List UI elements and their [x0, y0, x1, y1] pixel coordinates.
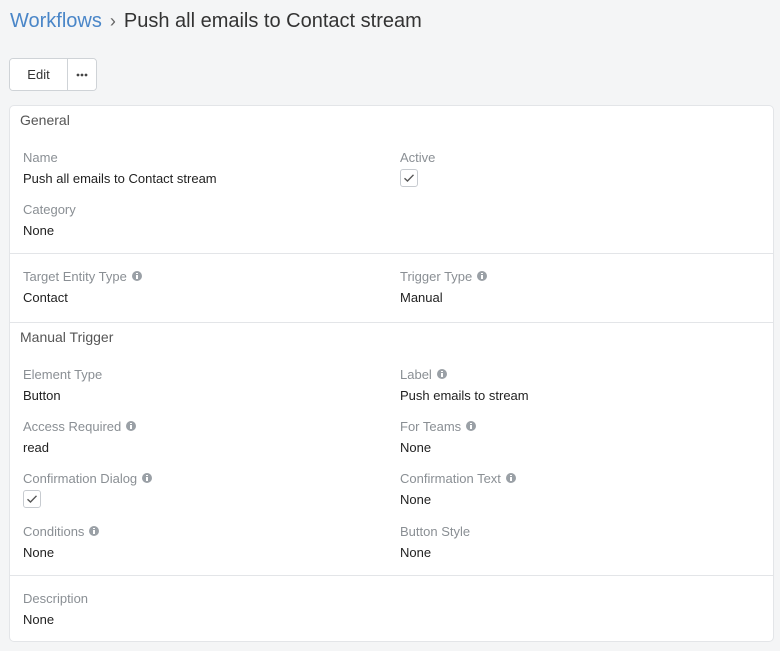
- field-label: Access Required: [23, 418, 137, 434]
- more-horizontal-icon: [76, 73, 88, 76]
- confirmation-dialog-checkbox: [23, 490, 41, 508]
- field-label-text: Label: [400, 366, 432, 382]
- field-value: None: [400, 492, 432, 507]
- field-label-text: Target Entity Type: [23, 268, 127, 284]
- field-label-text: Confirmation Dialog: [23, 470, 138, 486]
- info-icon[interactable]: [436, 369, 447, 379]
- info-icon[interactable]: [466, 421, 477, 431]
- field-conditions: Conditions None: [23, 523, 100, 560]
- field-access-required: Access Required read: [23, 418, 137, 455]
- field-element-type: Element Type Button: [23, 366, 103, 404]
- field-value: Contact: [23, 290, 68, 305]
- breadcrumb-workflows-link[interactable]: Workflows: [10, 10, 102, 33]
- section-title-general: General: [20, 112, 70, 128]
- field-label-text: For Teams: [400, 418, 462, 434]
- field-label: Description: [23, 590, 89, 606]
- field-label: Active: [400, 149, 436, 165]
- more-actions-button[interactable]: [68, 59, 96, 90]
- info-icon[interactable]: [131, 271, 142, 281]
- breadcrumb-separator: ›: [109, 10, 116, 31]
- edit-button[interactable]: Edit: [10, 59, 68, 90]
- active-checkbox: [400, 169, 418, 187]
- field-confirmation-text: Confirmation Text None: [400, 470, 516, 507]
- field-label: Name: [23, 149, 58, 165]
- action-button-group: Edit: [9, 58, 97, 91]
- field-value: None: [400, 440, 432, 455]
- info-icon[interactable]: [477, 271, 488, 281]
- field-active: Active: [400, 149, 435, 187]
- field-label: For Teams: [400, 418, 477, 434]
- field-value: None: [23, 612, 55, 627]
- info-icon[interactable]: [142, 473, 153, 483]
- field-label-text: Trigger Type: [400, 268, 473, 284]
- field-trigger-type: Trigger Type Manual: [400, 268, 488, 305]
- page-title: Push all emails to Contact stream: [123, 9, 422, 32]
- field-label: Target Entity Type: [23, 268, 142, 284]
- field-label: Conditions: [23, 523, 100, 539]
- field-name: Name Push all emails to Contact stream: [23, 149, 217, 187]
- field-description: Description None: [23, 590, 89, 628]
- field-value: None: [400, 545, 432, 560]
- section-divider: [10, 322, 773, 323]
- field-value: Manual: [400, 290, 443, 305]
- field-label: Confirmation Dialog: [23, 470, 153, 486]
- field-label: Confirmation Text: [400, 470, 516, 486]
- field-label: Element Type: [23, 366, 103, 382]
- info-icon[interactable]: [126, 421, 137, 431]
- field-value: Push all emails to Contact stream: [23, 171, 217, 186]
- field-button-style: Button Style None: [400, 523, 471, 561]
- field-confirmation-dialog: Confirmation Dialog: [23, 470, 153, 508]
- section-title-manual-trigger: Manual Trigger: [20, 329, 114, 345]
- field-label-text: Access Required: [23, 418, 122, 434]
- field-value: None: [23, 545, 55, 560]
- section-divider: [10, 575, 773, 576]
- field-label: Label: [400, 366, 529, 382]
- field-label: Button Style: [400, 523, 471, 539]
- field-label: Trigger Type: [400, 268, 488, 284]
- field-for-teams: For Teams None: [400, 418, 477, 455]
- field-value: Push emails to stream: [400, 388, 529, 403]
- field-target-entity-type: Target Entity Type Contact: [23, 268, 142, 305]
- section-divider: [10, 253, 773, 254]
- info-icon[interactable]: [505, 473, 516, 483]
- info-icon[interactable]: [89, 526, 100, 536]
- breadcrumb: Workflows › Push all emails to Contact s…: [10, 8, 422, 34]
- record-detail-panel: General Name Push all emails to Contact …: [9, 105, 774, 642]
- field-value: read: [23, 440, 50, 455]
- field-label-setting: Label Push emails to stream: [400, 366, 529, 404]
- checkmark-icon: [27, 495, 38, 503]
- field-value: Button: [23, 388, 61, 403]
- field-label-text: Conditions: [23, 523, 85, 539]
- field-label: Category: [23, 201, 76, 217]
- field-label-text: Confirmation Text: [400, 470, 501, 486]
- field-value: None: [23, 223, 55, 238]
- checkmark-icon: [404, 174, 415, 182]
- field-category: Category None: [23, 201, 76, 239]
